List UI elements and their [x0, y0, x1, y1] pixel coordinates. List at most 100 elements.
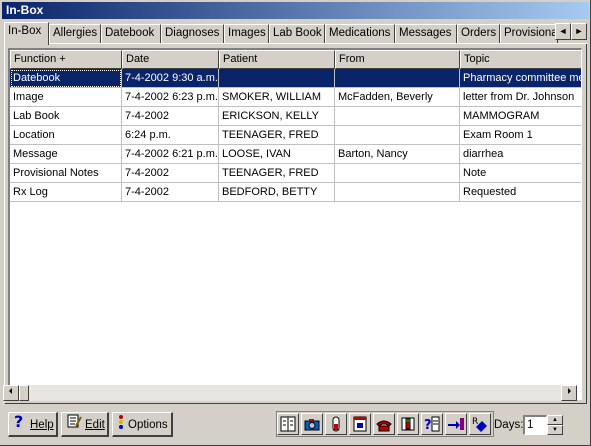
days-spin-down[interactable]: ▼ [547, 425, 563, 435]
vial-icon [401, 417, 415, 431]
calendar-page-icon [353, 416, 367, 432]
cell-date: 6:24 p.m. [122, 126, 219, 145]
cell-function: Rx Log [10, 183, 122, 202]
cell-date: 7-4-2002 6:21 p.m. [122, 145, 219, 164]
tab-in-box[interactable]: In-Box [4, 22, 49, 45]
cell-topic: Pharmacy committee meeting [460, 69, 581, 88]
column-header-from[interactable]: From [335, 50, 460, 69]
svg-text:?: ? [14, 413, 23, 429]
cell-patient: BEDFORD, BETTY [219, 183, 335, 202]
cell-function: Location [10, 126, 122, 145]
cell-from [335, 69, 460, 88]
prescription-toolbar-button[interactable]: R [469, 413, 491, 435]
tab-datebook[interactable]: Datebook [101, 24, 161, 43]
cell-function: Image [10, 88, 122, 107]
cell-from: McFadden, Beverly [335, 88, 460, 107]
table-row[interactable]: Lab Book 7-4-2002 ERICKSON, KELLY MAMMOGRAM [10, 107, 581, 126]
window-title: In-Box [2, 2, 589, 19]
column-header-topic[interactable]: Topic [460, 50, 581, 69]
cell-topic: Requested [460, 183, 581, 202]
column-header-function[interactable]: Function + [10, 50, 122, 69]
cell-topic: Exam Room 1 [460, 126, 581, 145]
cell-patient: LOOSE, IVAN [219, 145, 335, 164]
cell-function: Datebook [10, 69, 122, 88]
telephone-toolbar-button[interactable] [373, 413, 395, 435]
datebook-icon [280, 416, 296, 432]
options-button[interactable]: Options [112, 412, 173, 437]
cell-patient: TEENAGER, FRED [219, 126, 335, 145]
svg-text:R: R [472, 417, 478, 427]
scroll-left-button[interactable] [3, 385, 19, 401]
vial-toolbar-button[interactable] [397, 413, 419, 435]
table-row[interactable]: Location 6:24 p.m. TEENAGER, FRED Exam Room… [10, 126, 581, 145]
cell-date: 7-4-2002 [122, 164, 219, 183]
help-book-toolbar-button[interactable]: ? [421, 413, 443, 435]
table-row[interactable]: Rx Log 7-4-2002 BEDFORD, BETTY Requested [10, 183, 581, 202]
tab-orders[interactable]: Orders [457, 24, 500, 43]
column-header-patient[interactable]: Patient [219, 50, 335, 69]
tab-messages[interactable]: Messages [395, 24, 457, 43]
cell-patient: SMOKER, WILLIAM [219, 88, 335, 107]
cell-patient: ERICKSON, KELLY [219, 107, 335, 126]
edit-button[interactable]: Edit [61, 412, 109, 437]
edit-label: Edit [85, 419, 105, 432]
table-row[interactable]: Message 7-4-2002 6:21 p.m. LOOSE, IVAN Bart… [10, 145, 581, 164]
cell-function: Provisional Notes [10, 164, 122, 183]
cell-function: Lab Book [10, 107, 122, 126]
tab-medications[interactable]: Medications [325, 24, 395, 43]
test-tube-toolbar-button[interactable] [325, 413, 347, 435]
tab-strip: In-Box Allergies Datebook Diagnoses Images La… [4, 22, 587, 45]
table-row[interactable]: Provisional Notes 7-4-2002 TEENAGER, FRED N… [10, 164, 581, 183]
column-header-date[interactable]: Date [122, 50, 219, 69]
datebook-toolbar-button[interactable] [277, 413, 299, 435]
tab-provisional[interactable]: Provisional [500, 24, 558, 43]
tab-scroll-left-button[interactable]: ◄ [555, 23, 571, 40]
help-book-icon: ? [424, 416, 440, 433]
table-row[interactable]: Image 7-4-2002 6:23 p.m. SMOKER, WILLIAM Mc… [10, 88, 581, 107]
question-mark-icon: ? [13, 412, 27, 437]
tab-panel: Function + Date Patient From Topic Datebook 7… [4, 44, 587, 404]
days-input[interactable]: 1 [523, 415, 547, 435]
test-tube-icon [332, 416, 340, 432]
telephone-icon [376, 420, 392, 432]
inbox-window: In-Box In-Box Allergies Datebook Diagnoses I… [0, 0, 591, 446]
arrow-right-icon [568, 388, 571, 394]
scroll-thumb[interactable] [19, 385, 29, 401]
transfer-toolbar-button[interactable] [445, 413, 467, 435]
inbox-table: Function + Date Patient From Topic Datebook 7… [8, 48, 582, 400]
tab-scroll-right-button[interactable]: ► [571, 23, 587, 40]
scroll-right-button[interactable] [561, 385, 577, 401]
days-label: Days: [494, 419, 524, 431]
cell-topic: diarrhea [460, 145, 581, 164]
cell-function: Message [10, 145, 122, 164]
cell-topic: MAMMOGRAM [460, 107, 581, 126]
help-label: Help [30, 419, 54, 432]
tab-lab-book[interactable]: Lab Book [269, 24, 325, 43]
table-row[interactable]: Datebook 7-4-2002 9:30 a.m. Pharmacy commi… [10, 69, 581, 88]
cell-patient: TEENAGER, FRED [219, 164, 335, 183]
transfer-icon [448, 418, 464, 430]
days-spin-up[interactable]: ▲ [547, 415, 563, 425]
horizontal-scrollbar[interactable] [3, 385, 577, 401]
camera-toolbar-button[interactable] [301, 413, 323, 435]
cell-from [335, 126, 460, 145]
cell-patient [219, 69, 335, 88]
calendar-page-toolbar-button[interactable] [349, 413, 371, 435]
cell-from [335, 107, 460, 126]
options-label: Options [128, 419, 168, 432]
cell-date: 7-4-2002 6:23 p.m. [122, 88, 219, 107]
table-header: Function + Date Patient From Topic [10, 50, 581, 69]
cell-topic: Note [460, 164, 581, 183]
tab-images[interactable]: Images [224, 24, 269, 43]
edit-notepad-icon [66, 413, 82, 437]
help-button[interactable]: ? Help [8, 412, 58, 437]
cell-date: 7-4-2002 [122, 107, 219, 126]
cell-date: 7-4-2002 [122, 183, 219, 202]
cell-date: 7-4-2002 9:30 a.m. [122, 69, 219, 88]
tab-allergies[interactable]: Allergies [49, 24, 101, 43]
arrow-left-icon [9, 388, 12, 394]
cell-topic: letter from Dr. Johnson [460, 88, 581, 107]
camera-icon [304, 419, 320, 431]
tab-diagnoses[interactable]: Diagnoses [161, 24, 224, 43]
options-icon [117, 413, 125, 437]
